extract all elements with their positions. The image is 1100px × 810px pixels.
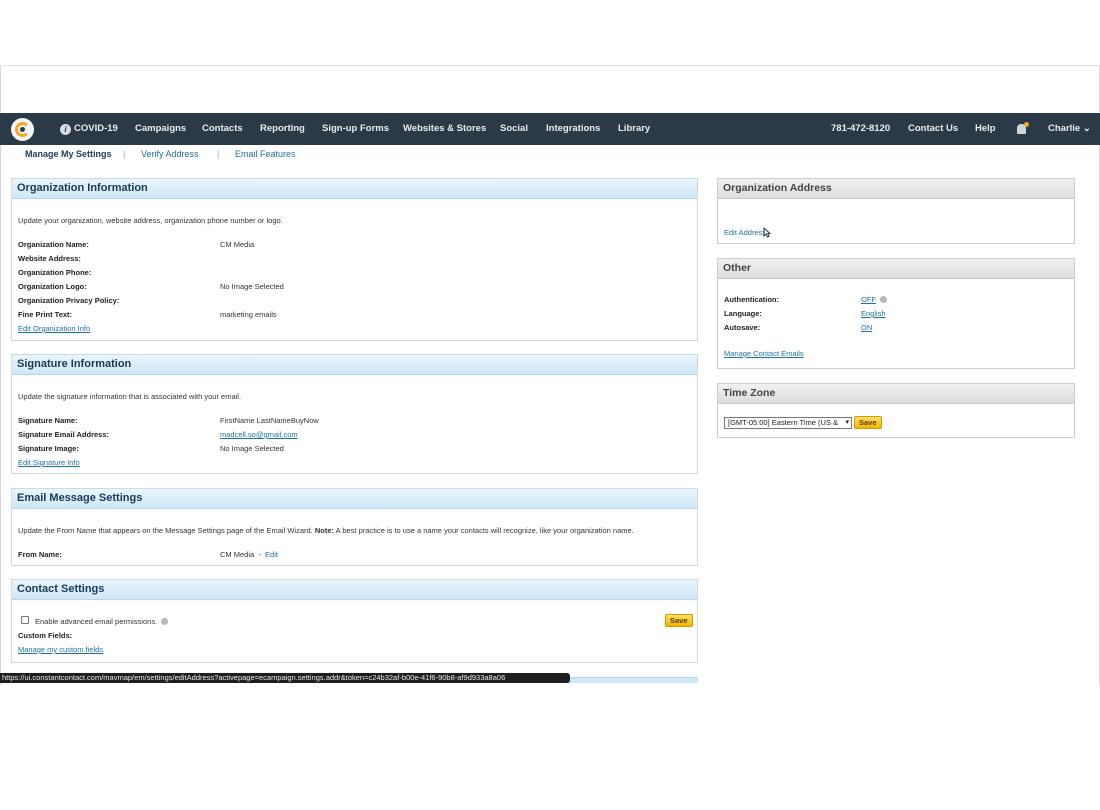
organization-logo-label: Organization Logo: [18, 282, 87, 291]
panel-title: Organization Address [718, 179, 1074, 199]
from-name-label: From Name: [18, 550, 62, 559]
language-label: Language: [724, 309, 762, 318]
nav-social[interactable]: Social [500, 113, 528, 145]
edit-address-link[interactable]: Edit Address [724, 228, 766, 237]
authentication-label: Authentication: [724, 295, 779, 304]
info-icon[interactable] [880, 296, 887, 303]
privacy-policy-label: Organization Privacy Policy: [18, 296, 120, 305]
panel-title: Signature Information [12, 355, 697, 375]
signature-image-label: Signature Image: [18, 444, 79, 453]
panel-title: Other [718, 259, 1074, 279]
browser-status-url: https://ui.constantcontact.com/mavmap/em… [0, 673, 570, 683]
organization-name-label: Organization Name: [18, 240, 89, 249]
panel-description: Update the signature information that is… [18, 392, 242, 401]
nav-library[interactable]: Library [618, 113, 650, 145]
authentication-toggle[interactable]: OFF [861, 295, 887, 304]
nav-help[interactable]: Help [975, 113, 996, 145]
signature-information-panel: Signature Information Update the signatu… [11, 354, 698, 474]
nav-integrations[interactable]: Integrations [546, 113, 600, 145]
panel-description: Update the From Name that appears on the… [18, 526, 634, 535]
fine-print-label: Fine Print Text: [18, 310, 73, 319]
organization-phone-label: Organization Phone: [18, 268, 92, 277]
nav-websites-stores[interactable]: Websites & Stores [403, 113, 486, 145]
panel-title: Time Zone [718, 384, 1074, 404]
other-settings-panel: Other Authentication: OFF Language: Engl… [717, 258, 1075, 369]
from-name-value: CM Media - Edit [220, 550, 278, 559]
edit-signature-info-link[interactable]: Edit Signature Info [18, 458, 80, 467]
chevron-down-icon: ▾ [845, 419, 849, 426]
tab-manage-my-settings[interactable]: Manage My Settings [25, 149, 112, 159]
advanced-permissions-checkbox[interactable] [21, 616, 29, 624]
organization-information-panel: Organization Information Update your org… [11, 178, 698, 341]
website-address-label: Website Address: [18, 254, 81, 263]
nav-covid-19[interactable]: i COVID-19 [60, 113, 118, 145]
manage-custom-fields-link[interactable]: Manage my custom fields [18, 645, 103, 654]
email-message-settings-panel: Email Message Settings Update the From N… [11, 488, 698, 566]
custom-fields-label: Custom Fields: [18, 631, 73, 640]
tab-verify-address[interactable]: Verify Address [141, 149, 199, 159]
signature-image-value: No Image Selected [220, 444, 284, 453]
contact-settings-save-button[interactable]: Save [665, 614, 693, 627]
time-zone-panel: Time Zone [GMT-05:00] Eastern Time (US &… [717, 383, 1075, 438]
signature-name-label: Signature Name: [18, 416, 78, 425]
tab-separator: | [217, 149, 220, 159]
bell-icon[interactable] [1017, 122, 1029, 134]
nav-contacts[interactable]: Contacts [202, 113, 243, 145]
nav-sign-up-forms[interactable]: Sign-up Forms [322, 113, 389, 145]
panel-description: Update your organization, website addres… [18, 216, 283, 225]
mouse-pointer-icon [763, 227, 771, 238]
settings-subtabs: Manage My Settings | Verify Address | Em… [0, 147, 700, 163]
info-icon[interactable] [161, 618, 169, 625]
nav-campaigns[interactable]: Campaigns [135, 113, 186, 145]
top-navigation-bar: i COVID-19 Campaigns Contacts Reporting S… [0, 113, 1100, 145]
info-icon: i [60, 124, 71, 135]
signature-email-label: Signature Email Address: [18, 430, 109, 439]
edit-from-name-link[interactable]: Edit [265, 550, 278, 559]
signature-name-value: FirstName LastNameBuyNow [220, 416, 319, 425]
tab-email-features[interactable]: Email Features [235, 149, 296, 159]
autosave-toggle[interactable]: ON [861, 323, 872, 332]
autosave-label: Autosave: [724, 323, 761, 332]
constant-contact-logo-icon[interactable] [11, 118, 34, 141]
tab-separator: | [123, 149, 126, 159]
panel-title: Organization Information [12, 179, 697, 199]
manage-contact-emails-link[interactable]: Manage Contact Emails [724, 349, 804, 358]
panel-title: Contact Settings [12, 580, 697, 600]
fine-print-value: marketing emails [220, 310, 277, 319]
edit-organization-info-link[interactable]: Edit Organization Info [18, 324, 90, 333]
advanced-permissions-label: Enable advanced email permissions. [35, 617, 169, 626]
nav-phone-number[interactable]: 781-472-8120 [831, 113, 890, 145]
organization-logo-value: No Image Selected [220, 282, 284, 291]
signature-email-link[interactable]: madcell.so@gmail.com [220, 430, 298, 439]
user-menu[interactable]: Charlie ⌄ [1048, 113, 1091, 145]
chevron-down-icon: ⌄ [1082, 123, 1091, 134]
contact-settings-panel: Contact Settings Enable advanced email p… [11, 579, 698, 663]
organization-name-value: CM Media [220, 240, 255, 249]
language-link[interactable]: English [861, 309, 886, 318]
time-zone-select[interactable]: [GMT-05:00] Eastern Time (US & ▾ [724, 417, 852, 429]
nav-contact-us[interactable]: Contact Us [908, 113, 958, 145]
next-panel-header-peek [568, 677, 698, 683]
panel-title: Email Message Settings [12, 489, 697, 509]
nav-reporting[interactable]: Reporting [260, 113, 305, 145]
time-zone-save-button[interactable]: Save [854, 416, 882, 429]
